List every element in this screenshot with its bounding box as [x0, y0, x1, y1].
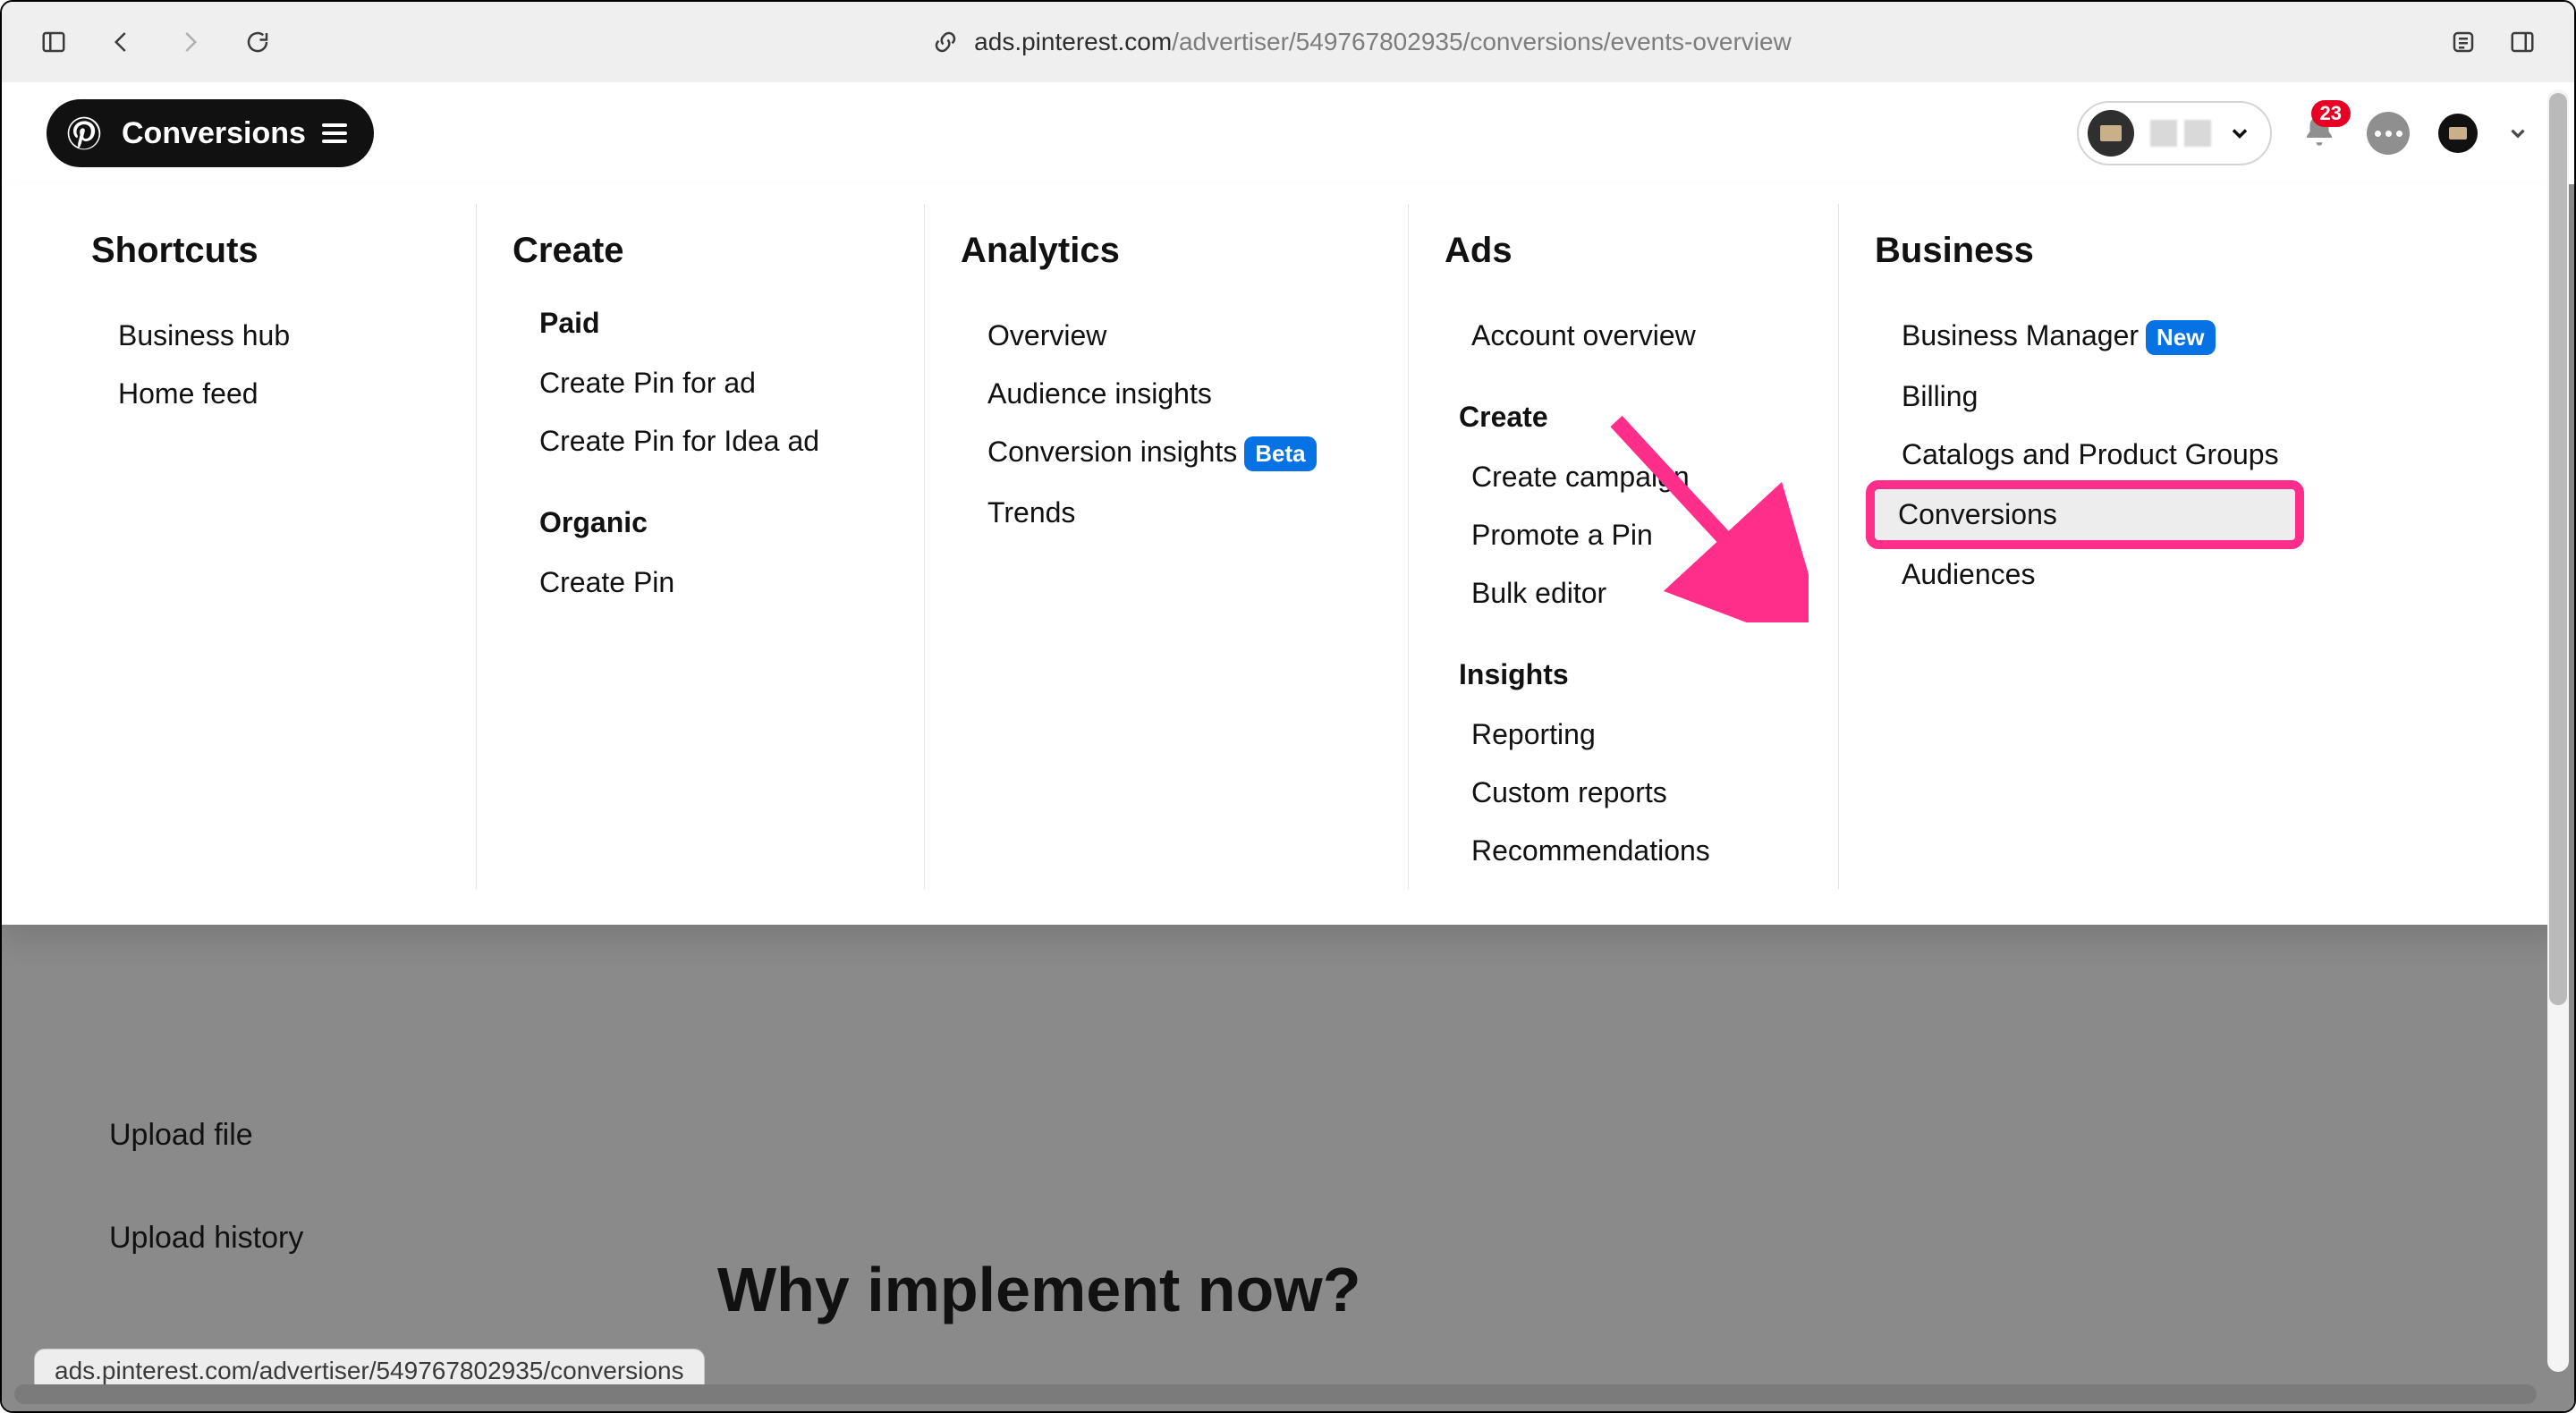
- menu-item-conversions-highlighted[interactable]: Conversions: [1866, 480, 2304, 549]
- notifications-button[interactable]: 23: [2301, 113, 2338, 155]
- hamburger-icon: [322, 123, 347, 143]
- col-title-create: Create: [513, 231, 843, 271]
- divider: [1838, 204, 1839, 889]
- subheading-ads-create: Create: [1459, 401, 1758, 434]
- browser-toolbar: ads.pinterest.com/advertiser/54976780293…: [2, 2, 2574, 82]
- chevron-down-icon: [2227, 121, 2252, 146]
- divider: [1408, 204, 1409, 889]
- sidebar-item-upload-history[interactable]: Upload history: [73, 1205, 339, 1272]
- menu-item-business-hub[interactable]: Business hub: [91, 307, 395, 365]
- avatar: [2088, 110, 2134, 157]
- menu-item-reporting[interactable]: Reporting: [1445, 706, 1758, 764]
- menu-item-audiences[interactable]: Audiences: [1875, 546, 2295, 604]
- menu-item-recommendations[interactable]: Recommendations: [1445, 822, 1758, 880]
- col-title-ads: Ads: [1445, 231, 1758, 271]
- mega-menu: Shortcuts Business hub Home feed Create …: [2, 184, 2563, 925]
- divider: [476, 204, 477, 889]
- forward-icon: [174, 26, 206, 58]
- menu-item-conversion-insights[interactable]: Conversion insightsBeta: [961, 423, 1327, 484]
- account-name-redacted: [2150, 120, 2211, 147]
- profile-avatar[interactable]: [2438, 114, 2478, 153]
- menu-item-home-feed[interactable]: Home feed: [91, 365, 395, 423]
- chevron-down-icon[interactable]: [2506, 122, 2529, 145]
- app-window: ads.pinterest.com/advertiser/54976780293…: [0, 0, 2576, 1413]
- back-icon[interactable]: [106, 26, 138, 58]
- subheading-paid: Paid: [539, 307, 843, 340]
- notification-badge: 23: [2311, 100, 2351, 127]
- menu-item-create-pin[interactable]: Create Pin: [513, 554, 843, 612]
- menu-col-create: Create Paid Create Pin for ad Create Pin…: [513, 204, 888, 889]
- menu-col-analytics: Analytics Overview Audience insights Con…: [961, 204, 1372, 889]
- menu-item-bulk-editor[interactable]: Bulk editor: [1445, 564, 1758, 622]
- menu-col-shortcuts: Shortcuts Business hub Home feed: [91, 204, 440, 889]
- url-path: /advertiser/549767802935/conversions/eve…: [1172, 28, 1792, 55]
- menu-col-ads: Ads Account overview Create Create campa…: [1445, 204, 1802, 889]
- menu-item-create-campaign[interactable]: Create campaign: [1445, 448, 1758, 506]
- url-bar[interactable]: ads.pinterest.com/advertiser/54976780293…: [974, 28, 1792, 56]
- horizontal-scroll-thumb[interactable]: [14, 1384, 2537, 1404]
- menu-item-overview[interactable]: Overview: [961, 307, 1327, 365]
- col-title-shortcuts: Shortcuts: [91, 231, 395, 271]
- menu-item-billing[interactable]: Billing: [1875, 368, 2295, 426]
- messages-button[interactable]: [2367, 112, 2410, 155]
- sidebar-toggle-icon[interactable]: [38, 26, 70, 58]
- menu-item-business-manager[interactable]: Business ManagerNew: [1875, 307, 2295, 368]
- app-header: Conversions 23: [2, 82, 2574, 184]
- horizontal-scrollbar[interactable]: [14, 1384, 2562, 1404]
- menu-item-account-overview[interactable]: Account overview: [1445, 307, 1758, 365]
- vertical-scroll-thumb[interactable]: [2549, 93, 2567, 1005]
- menu-item-create-pin-idea-ad[interactable]: Create Pin for Idea ad: [513, 412, 843, 470]
- pill-label: Conversions: [122, 116, 306, 151]
- menu-item-trends[interactable]: Trends: [961, 484, 1327, 542]
- conversions-menu-button[interactable]: Conversions: [47, 99, 374, 167]
- col-title-business: Business: [1875, 231, 2295, 271]
- menu-col-business: Business Business ManagerNew Billing Cat…: [1875, 204, 2340, 889]
- panels-icon[interactable]: [2506, 26, 2538, 58]
- menu-item-catalogs[interactable]: Catalogs and Product Groups: [1875, 426, 2295, 484]
- account-switcher[interactable]: [2077, 101, 2272, 165]
- vertical-scrollbar[interactable]: [2547, 89, 2569, 1372]
- sidebar-item-upload-file[interactable]: Upload file: [73, 1102, 339, 1169]
- menu-item-audience-insights[interactable]: Audience insights: [961, 365, 1327, 423]
- reload-icon[interactable]: [242, 26, 274, 58]
- url-host: ads.pinterest.com: [974, 28, 1172, 55]
- reader-icon[interactable]: [2447, 26, 2479, 58]
- col-title-analytics: Analytics: [961, 231, 1327, 271]
- menu-item-promote-pin[interactable]: Promote a Pin: [1445, 506, 1758, 564]
- divider: [924, 204, 925, 889]
- pinterest-icon: [63, 112, 106, 155]
- subheading-organic: Organic: [539, 506, 843, 539]
- menu-item-custom-reports[interactable]: Custom reports: [1445, 764, 1758, 822]
- subheading-ads-insights: Insights: [1459, 658, 1758, 691]
- menu-item-create-pin-ad[interactable]: Create Pin for ad: [513, 354, 843, 412]
- page-heading: Why implement now?: [717, 1254, 1360, 1325]
- link-icon: [929, 26, 962, 58]
- background-sidebar: Upload file Upload history: [73, 1102, 339, 1272]
